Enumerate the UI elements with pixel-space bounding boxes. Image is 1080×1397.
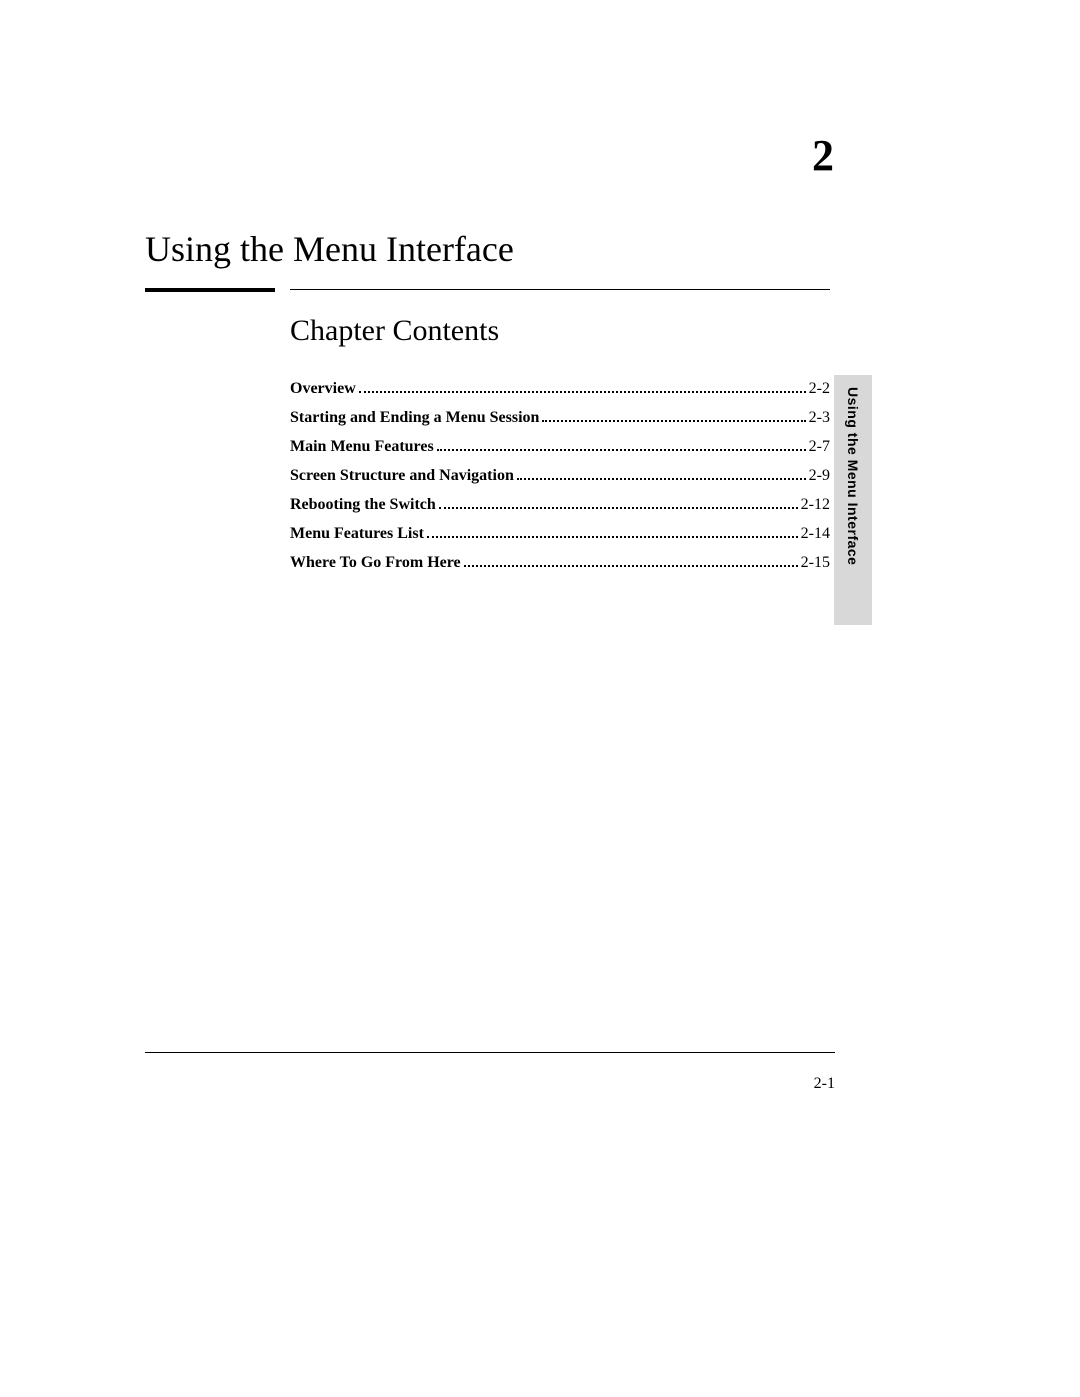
toc-page: 2-12 — [801, 496, 830, 514]
toc-label: Where To Go From Here — [290, 554, 461, 572]
toc-label: Rebooting the Switch — [290, 496, 436, 514]
toc-leader-dots — [464, 555, 798, 567]
toc-leader-dots — [542, 410, 805, 422]
toc-entry: Rebooting the Switch 2-12 — [290, 496, 830, 514]
thumb-index-label: Using the Menu Interface — [845, 387, 861, 565]
chapter-title: Using the Menu Interface — [145, 228, 514, 270]
toc-page: 2-15 — [801, 554, 830, 572]
toc-entry: Starting and Ending a Menu Session 2-3 — [290, 409, 830, 427]
toc-leader-dots — [439, 497, 798, 509]
divider-short — [145, 288, 275, 292]
toc-leader-dots — [437, 439, 806, 451]
toc-entry: Menu Features List 2-14 — [290, 525, 830, 543]
section-heading: Chapter Contents — [290, 314, 499, 348]
toc-label: Overview — [290, 380, 356, 398]
toc-label: Screen Structure and Navigation — [290, 467, 514, 485]
page-number: 2-1 — [814, 1075, 835, 1093]
toc-page: 2-14 — [801, 525, 830, 543]
toc-page: 2-7 — [809, 438, 830, 456]
toc-page: 2-9 — [809, 467, 830, 485]
toc-leader-dots — [427, 526, 798, 538]
toc-page: 2-2 — [809, 380, 830, 398]
document-page: 2 Using the Menu Interface Chapter Conte… — [0, 0, 1080, 1397]
toc-entry: Overview 2-2 — [290, 380, 830, 398]
table-of-contents: Overview 2-2 Starting and Ending a Menu … — [290, 380, 830, 583]
toc-entry: Main Menu Features 2-7 — [290, 438, 830, 456]
toc-label: Menu Features List — [290, 525, 424, 543]
thumb-index-tab: Using the Menu Interface — [834, 375, 872, 625]
toc-label: Starting and Ending a Menu Session — [290, 409, 539, 427]
toc-page: 2-3 — [809, 409, 830, 427]
toc-entry: Screen Structure and Navigation 2-9 — [290, 467, 830, 485]
toc-label: Main Menu Features — [290, 438, 434, 456]
toc-leader-dots — [359, 381, 806, 393]
footer-divider — [145, 1052, 835, 1053]
toc-leader-dots — [517, 468, 806, 480]
divider-long — [290, 289, 830, 290]
toc-entry: Where To Go From Here 2-15 — [290, 554, 830, 572]
chapter-number: 2 — [812, 130, 835, 181]
